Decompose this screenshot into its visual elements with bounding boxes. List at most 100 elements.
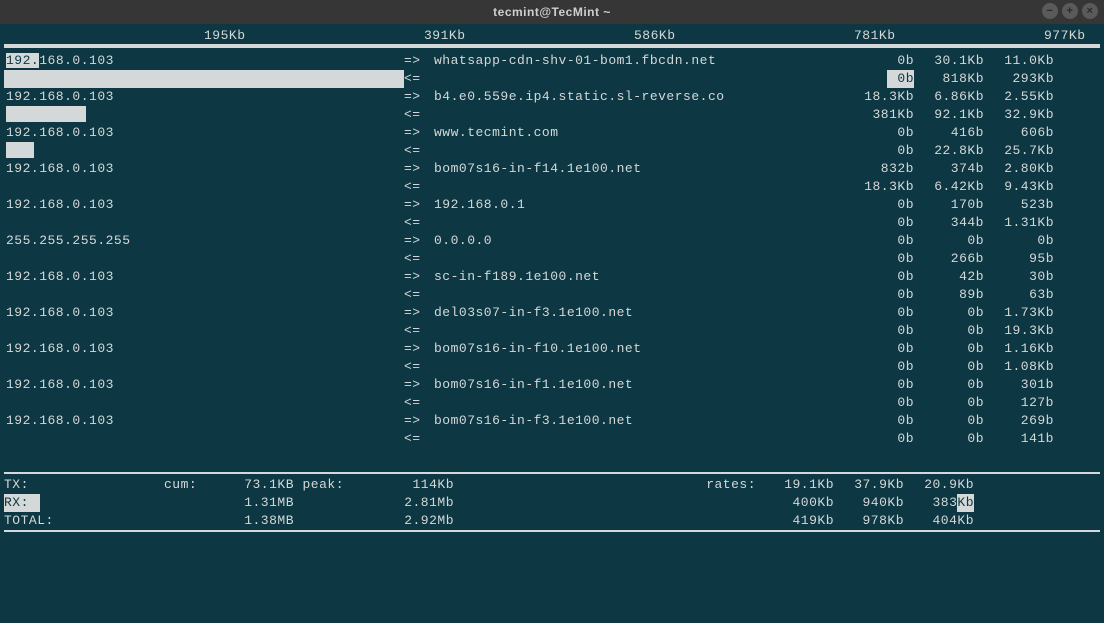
src-host xyxy=(4,430,404,448)
tx-peak: 114Kb xyxy=(344,476,454,494)
dst-host: del03s07-in-f3.1e100.net xyxy=(434,304,844,322)
arrow-left-icon: <= xyxy=(404,250,434,268)
rate-2s: 0b xyxy=(844,376,914,394)
scale-tick: 391Kb xyxy=(424,28,466,43)
arrow-right-icon: => xyxy=(404,340,434,358)
close-icon[interactable]: × xyxy=(1082,3,1098,19)
src-host: 192.168.0.103 xyxy=(4,52,404,70)
rate-2s: 0b xyxy=(844,232,914,250)
src-host xyxy=(4,214,404,232)
total-rate1: 419Kb xyxy=(764,512,834,530)
rate-40s: 141b xyxy=(984,430,1054,448)
arrow-right-icon: => xyxy=(404,196,434,214)
arrow-right-icon: => xyxy=(404,232,434,250)
connection-list: 192.168.0.103=>whatsapp-cdn-shv-01-bom1.… xyxy=(4,52,1100,448)
connection-row: 192.168.0.103=>bom07s16-in-f3.1e100.net0… xyxy=(4,412,1100,430)
rate-2s: 0b xyxy=(844,358,914,376)
rate-40s: 0b xyxy=(984,232,1054,250)
src-host: 192.168.0.103 xyxy=(4,268,404,286)
stats-panel: TX: cum: 73.1KB peak: 114Kb rates: 19.1K… xyxy=(4,476,1100,530)
connection-row: <=0b89b63b xyxy=(4,286,1100,304)
scale-rule xyxy=(4,44,1100,48)
rate-2s: 0b xyxy=(844,268,914,286)
rate-40s: 2.55Kb xyxy=(984,88,1054,106)
dst-host xyxy=(434,250,844,268)
src-host xyxy=(4,70,404,88)
src-host xyxy=(4,394,404,412)
rate-2s: 0b xyxy=(844,70,914,88)
rate-40s: 95b xyxy=(984,250,1054,268)
rate-40s: 1.08Kb xyxy=(984,358,1054,376)
connection-row: 192.168.0.103=>bom07s16-in-f10.1e100.net… xyxy=(4,340,1100,358)
minimize-icon[interactable]: − xyxy=(1042,3,1058,19)
rate-10s: 0b xyxy=(914,394,984,412)
rate-10s: 42b xyxy=(914,268,984,286)
rate-40s: 2.80Kb xyxy=(984,160,1054,178)
connection-row: <=0b22.8Kb25.7Kb xyxy=(4,142,1100,160)
tx-cum: 73.1KB xyxy=(204,476,294,494)
scale-tick: 781Kb xyxy=(854,28,896,43)
connection-row: 255.255.255.255=>0.0.0.00b0b0b xyxy=(4,232,1100,250)
rate-2s: 0b xyxy=(844,52,914,70)
connection-row: 192.168.0.103=>sc-in-f189.1e100.net0b42b… xyxy=(4,268,1100,286)
rate-40s: 63b xyxy=(984,286,1054,304)
connection-row: <=381Kb92.1Kb32.9Kb xyxy=(4,106,1100,124)
dst-host xyxy=(434,394,844,412)
dst-host: b4.e0.559e.ip4.static.sl-reverse.co xyxy=(434,88,844,106)
dst-host: www.tecmint.com xyxy=(434,124,844,142)
src-host: 192.168.0.103 xyxy=(4,196,404,214)
rate-40s: 9.43Kb xyxy=(984,178,1054,196)
arrow-left-icon: <= xyxy=(404,322,434,340)
peak-label: peak: xyxy=(294,476,344,494)
rx-rate1: 400Kb xyxy=(764,494,834,512)
rate-2s: 832b xyxy=(844,160,914,178)
rate-10s: 344b xyxy=(914,214,984,232)
cum-label: cum: xyxy=(164,476,204,494)
rate-10s: 0b xyxy=(914,430,984,448)
rate-2s: 0b xyxy=(844,322,914,340)
rate-10s: 0b xyxy=(914,322,984,340)
src-host xyxy=(4,250,404,268)
rate-40s: 19.3Kb xyxy=(984,322,1054,340)
rx-rate3: 383Kb xyxy=(904,494,974,512)
window-controls: − + × xyxy=(1042,3,1098,19)
rate-2s: 0b xyxy=(844,196,914,214)
terminal-output: 195Kb 391Kb 586Kb 781Kb 977Kb 192.168.0.… xyxy=(0,24,1104,532)
arrow-right-icon: => xyxy=(404,52,434,70)
dst-host xyxy=(434,322,844,340)
rate-10s: 0b xyxy=(914,304,984,322)
stats-row-total: TOTAL: 1.38MB 2.92Mb 419Kb 978Kb 404Kb xyxy=(4,512,1100,530)
rate-40s: 301b xyxy=(984,376,1054,394)
rate-40s: 1.31Kb xyxy=(984,214,1054,232)
stats-divider xyxy=(4,472,1100,474)
rate-40s: 30b xyxy=(984,268,1054,286)
tx-rate2: 37.9Kb xyxy=(834,476,904,494)
arrow-right-icon: => xyxy=(404,376,434,394)
arrow-left-icon: <= xyxy=(404,358,434,376)
arrow-right-icon: => xyxy=(404,124,434,142)
connection-row: 192.168.0.103=>whatsapp-cdn-shv-01-bom1.… xyxy=(4,52,1100,70)
arrow-right-icon: => xyxy=(404,412,434,430)
rate-2s: 18.3Kb xyxy=(844,178,914,196)
total-peak: 2.92Mb xyxy=(344,512,454,530)
rate-2s: 0b xyxy=(844,304,914,322)
arrow-right-icon: => xyxy=(404,268,434,286)
rate-40s: 269b xyxy=(984,412,1054,430)
connection-row: 192.168.0.103=>bom07s16-in-f14.1e100.net… xyxy=(4,160,1100,178)
total-rate2: 978Kb xyxy=(834,512,904,530)
arrow-left-icon: <= xyxy=(404,286,434,304)
stats-row-rx: RX: 1.31MB 2.81Mb 400Kb 940Kb 383Kb xyxy=(4,494,1100,512)
connection-row: <=0b266b95b xyxy=(4,250,1100,268)
rate-2s: 18.3Kb xyxy=(844,88,914,106)
arrow-left-icon: <= xyxy=(404,430,434,448)
dst-host: bom07s16-in-f14.1e100.net xyxy=(434,160,844,178)
connection-row: <=0b0b19.3Kb xyxy=(4,322,1100,340)
maximize-icon[interactable]: + xyxy=(1062,3,1078,19)
scale-tick: 586Kb xyxy=(634,28,676,43)
arrow-right-icon: => xyxy=(404,88,434,106)
src-host xyxy=(4,178,404,196)
rate-10s: 374b xyxy=(914,160,984,178)
rate-40s: 1.16Kb xyxy=(984,340,1054,358)
rate-2s: 0b xyxy=(844,214,914,232)
arrow-left-icon: <= xyxy=(404,70,434,88)
